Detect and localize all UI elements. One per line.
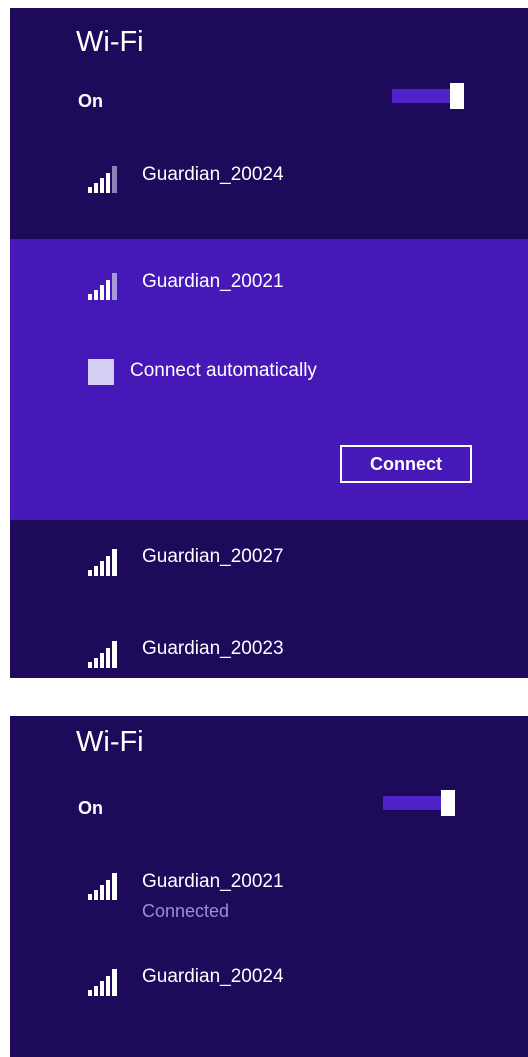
- toggle-track: [383, 796, 443, 810]
- wifi-toggle[interactable]: [383, 790, 455, 816]
- network-item-guardian-20024[interactable]: Guardian_20024: [10, 946, 528, 1006]
- wifi-state-label: On: [78, 91, 103, 111]
- network-name: Guardian_20023: [142, 638, 284, 659]
- wifi-panel-top: Wi-Fi On Guardian_20024 Guardian_20021 C…: [10, 8, 528, 678]
- network-item-guardian-20021-expanded[interactable]: Guardian_20021 Connect automatically Con…: [10, 239, 528, 520]
- network-item-guardian-20021-connected[interactable]: Guardian_20021 Connected: [10, 856, 528, 936]
- wifi-signal-icon: [88, 549, 117, 576]
- toggle-thumb: [450, 83, 464, 109]
- wifi-signal-icon: [88, 873, 117, 900]
- wifi-signal-icon: [88, 166, 117, 193]
- network-status: Connected: [142, 901, 230, 921]
- toggle-thumb: [441, 790, 455, 816]
- wifi-title: Wi-Fi: [76, 726, 144, 758]
- connect-automatically-label: Connect automatically: [130, 360, 317, 381]
- network-item-guardian-20027[interactable]: Guardian_20027: [10, 531, 528, 591]
- wifi-signal-icon: [88, 969, 117, 996]
- wifi-title: Wi-Fi: [76, 26, 144, 58]
- wifi-signal-icon: [88, 273, 117, 300]
- connect-button[interactable]: Connect: [340, 445, 472, 483]
- wifi-toggle[interactable]: [392, 83, 464, 109]
- network-item-guardian-20023[interactable]: Guardian_20023: [10, 618, 528, 678]
- wifi-state-label: On: [78, 798, 103, 818]
- network-item-guardian-20024[interactable]: Guardian_20024: [10, 153, 528, 213]
- toggle-track: [392, 89, 452, 103]
- network-name: Guardian_20021: [142, 871, 284, 892]
- wifi-signal-icon: [88, 641, 117, 668]
- connect-automatically-checkbox[interactable]: [88, 359, 114, 385]
- network-name: Guardian_20024: [142, 966, 284, 987]
- wifi-panel-bottom: Wi-Fi On Guardian_20021 Connected Guardi…: [10, 716, 528, 1057]
- network-name: Guardian_20021: [142, 271, 284, 292]
- network-name: Guardian_20027: [142, 546, 284, 567]
- network-name: Guardian_20024: [142, 164, 284, 185]
